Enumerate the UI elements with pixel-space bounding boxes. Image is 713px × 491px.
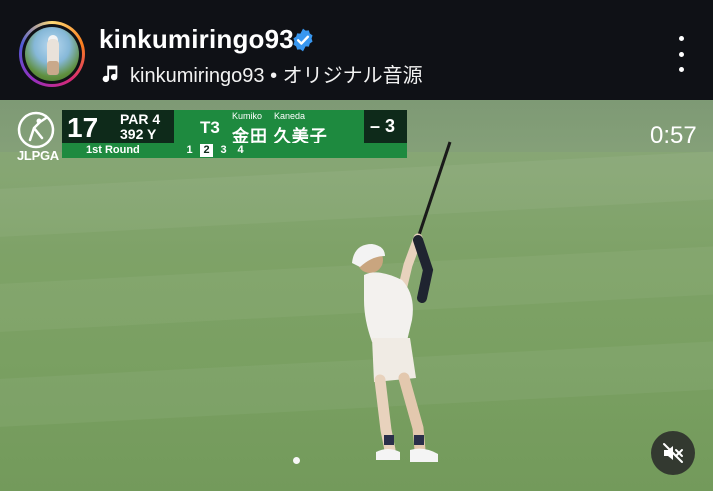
verified-badge-icon <box>293 28 313 52</box>
music-note-icon <box>102 65 118 83</box>
round-number: 3 <box>220 144 227 156</box>
post-header: kinkumiringo93 kinkumiringo93 • オリジナル音源 <box>0 0 713 100</box>
username[interactable]: kinkumiringo93 <box>99 24 294 55</box>
yardage-label: 392 Y <box>120 126 157 142</box>
audio-row[interactable]: kinkumiringo93 • オリジナル音源 <box>99 60 423 87</box>
story-ring[interactable] <box>19 21 85 87</box>
player-last-name-romaji: Kaneda <box>274 111 306 121</box>
par-label: PAR 4 <box>120 111 161 127</box>
mute-button[interactable] <box>651 431 695 475</box>
hole-box: 17 PAR 4 392 Y <box>62 110 174 143</box>
audio-label: kinkumiringo93 • オリジナル音源 <box>130 64 423 87</box>
volume-off-icon <box>663 443 683 463</box>
video-timer: 0:57 <box>650 122 697 149</box>
round-number: 1 <box>186 144 193 156</box>
player-first-name-romaji: Kumiko <box>232 111 263 121</box>
round-number-active: 2 <box>200 144 213 157</box>
avatar[interactable] <box>25 27 79 81</box>
jlpga-logo-text: JLPGA <box>17 148 59 163</box>
more-vertical-icon[interactable] <box>668 36 694 72</box>
golfer-figure <box>352 141 452 462</box>
golf-ball <box>293 457 300 464</box>
video-player[interactable]: JLPGA 17 PAR 4 392 Y T3 Kumiko Kaneda 金田… <box>0 100 713 491</box>
leaderboard-position: T3 <box>200 118 220 137</box>
round-label: 1st Round <box>86 144 140 156</box>
round-number: 4 <box>237 144 244 156</box>
hole-number: 17 <box>67 112 99 143</box>
round-box: 1st Round <box>62 143 174 158</box>
